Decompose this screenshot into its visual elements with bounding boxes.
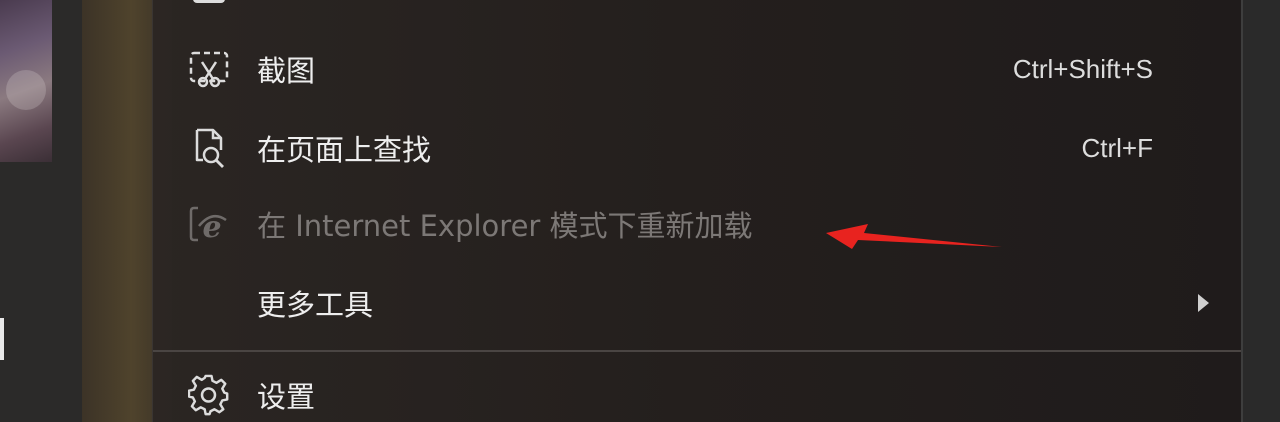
window-edge <box>1241 0 1243 422</box>
gear-icon <box>187 373 231 417</box>
page-background-right <box>1240 0 1280 422</box>
chevron-right-icon <box>1198 294 1209 312</box>
menu-item-label: 设置 <box>257 380 316 414</box>
print-icon <box>193 0 225 3</box>
menu-item-label: 更多工具 <box>257 288 374 322</box>
page-thumbnail-image <box>0 0 52 162</box>
ie-mode-icon: e <box>187 202 231 246</box>
menu-item-label: 在 Internet Explorer 模式下重新加载 <box>257 209 753 243</box>
menu-item-reload-ie-mode: e 在 Internet Explorer 模式下重新加载 <box>153 187 1241 261</box>
menu-item-shortcut: Ctrl+Shift+S <box>1012 53 1153 84</box>
browser-settings-menu: 截图 Ctrl+Shift+S 在页面上查找 Ctrl+F e 在 Intern… <box>152 0 1241 422</box>
screenshot-stage: 截图 Ctrl+Shift+S 在页面上查找 Ctrl+F e 在 Intern… <box>0 0 1280 422</box>
menu-item-find-in-page[interactable]: 在页面上查找 Ctrl+F <box>153 111 1241 185</box>
find-in-page-icon <box>187 126 231 170</box>
menu-item-cut-off[interactable] <box>153 0 1241 10</box>
menu-item-shortcut: Ctrl+F <box>1081 132 1154 163</box>
menu-item-screenshot[interactable]: 截图 Ctrl+Shift+S <box>153 32 1241 106</box>
menu-item-settings[interactable]: 设置 <box>153 358 1241 422</box>
menu-item-label: 在页面上查找 <box>257 133 432 167</box>
svg-text:e: e <box>202 210 221 244</box>
page-scroll-marker <box>0 318 4 360</box>
screenshot-icon <box>187 47 231 91</box>
menu-item-more-tools[interactable]: 更多工具 <box>153 266 1241 340</box>
menu-item-label: 截图 <box>257 54 316 88</box>
menu-divider <box>153 350 1241 352</box>
